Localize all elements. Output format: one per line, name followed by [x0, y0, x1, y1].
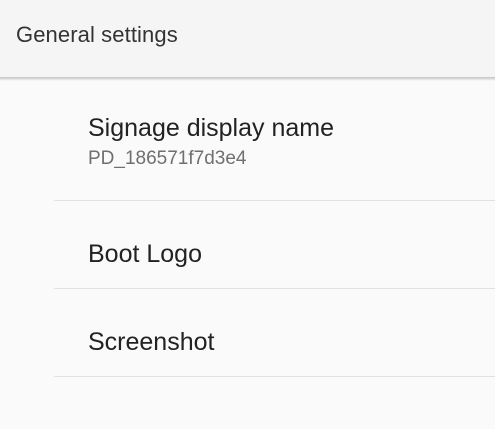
setting-summary: PD_186571f7d3e4	[88, 148, 247, 169]
setting-signage-display-name[interactable]: Signage display name PD_186571f7d3e4	[0, 100, 495, 201]
setting-title: Screenshot	[88, 328, 215, 356]
setting-screenshot[interactable]: Screenshot	[0, 289, 495, 377]
page-title: General settings	[16, 22, 178, 47]
setting-title: Boot Logo	[88, 240, 202, 268]
setting-boot-logo[interactable]: Boot Logo	[0, 201, 495, 289]
setting-title: Signage display name	[88, 114, 334, 142]
settings-list: Signage display name PD_186571f7d3e4 Boo…	[0, 77, 495, 377]
app-bar: General settings	[0, 0, 495, 81]
